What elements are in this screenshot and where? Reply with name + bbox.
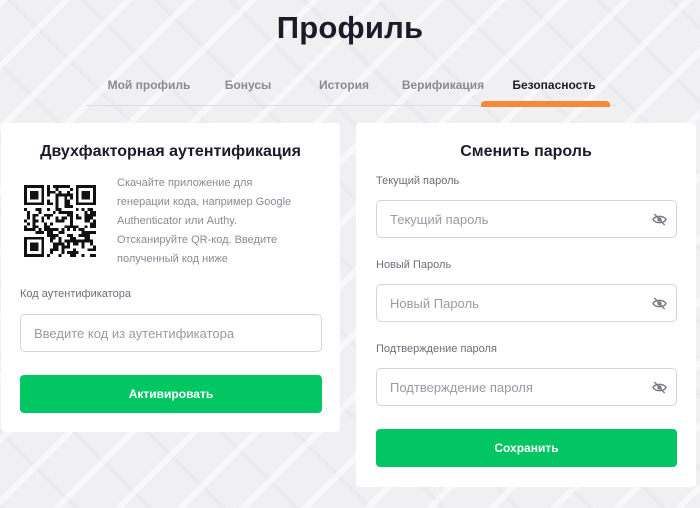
eye-off-icon[interactable]	[652, 381, 667, 394]
current-password-field	[376, 200, 677, 238]
save-button[interactable]: Сохранить	[376, 429, 677, 467]
current-password-input[interactable]	[377, 201, 676, 237]
two-factor-card: Двухфакторная аутентификация Скачайте пр…	[1, 123, 340, 432]
two-factor-title: Двухфакторная аутентификация	[40, 143, 301, 160]
change-password-card: Сменить пароль Текущий пароль Новый Паро…	[356, 123, 696, 487]
tab-my-profile[interactable]: Мой профиль	[102, 70, 196, 106]
confirm-password-label: Подтверждение пароля	[376, 343, 497, 355]
new-password-input[interactable]	[377, 285, 676, 321]
eye-off-icon[interactable]	[652, 297, 667, 310]
new-password-field	[376, 284, 677, 322]
code-field	[20, 314, 322, 352]
qr-code-icon	[24, 185, 96, 257]
current-password-label: Текущий пароль	[376, 175, 460, 187]
code-input[interactable]	[21, 315, 321, 351]
activate-button[interactable]: Активировать	[20, 375, 322, 413]
two-factor-description: Скачайте приложение для генерации кода, …	[117, 177, 292, 265]
change-password-title: Сменить пароль	[460, 143, 592, 160]
new-password-label: Новый Пароль	[376, 259, 452, 271]
confirm-password-field	[376, 368, 677, 406]
tab-verification[interactable]: Верификация	[398, 70, 488, 106]
active-tab-indicator	[481, 101, 610, 107]
confirm-password-input[interactable]	[377, 369, 676, 405]
page-title: Профиль	[276, 10, 424, 45]
eye-off-icon[interactable]	[652, 213, 667, 226]
tab-history[interactable]: История	[312, 70, 376, 106]
tab-bonuses[interactable]: Бонусы	[216, 70, 280, 106]
code-label: Код аутентификатора	[20, 288, 131, 300]
